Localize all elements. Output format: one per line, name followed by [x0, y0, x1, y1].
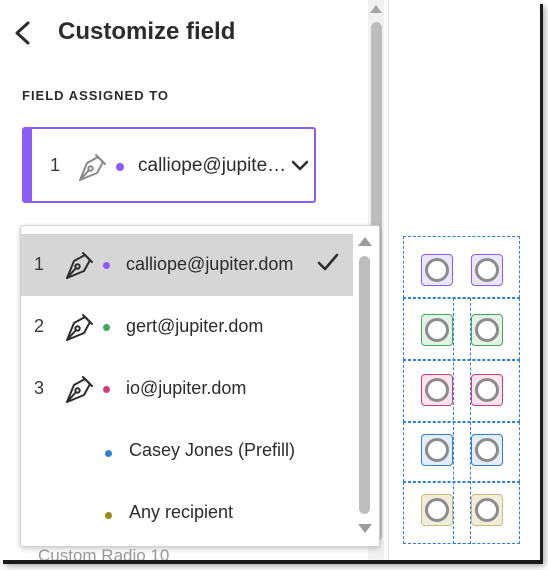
option-number: 1 [34, 254, 45, 274]
signer-pen-icon [61, 309, 97, 350]
radio-circle-icon [475, 258, 499, 282]
customize-field-panel: Customize field FIELD ASSIGNED TO 1 call… [0, 0, 389, 560]
radio-circle-icon [475, 438, 499, 462]
signer-pen-icon [61, 371, 97, 412]
option-number: 2 [34, 316, 45, 336]
recipient-option-2[interactable]: 2 gert@jupiter.dom [21, 296, 353, 358]
recipient-color-dot [103, 386, 110, 393]
recipient-option-3[interactable]: 3 io@jupiter.dom [21, 358, 353, 420]
option-label: Any recipient [129, 502, 234, 522]
recipient-color-dot [105, 512, 112, 519]
recipient-dropdown-list: 1 calliope@jupiter.dom 2 gert@jupiter.do… [20, 225, 380, 547]
radio-circle-icon [425, 318, 449, 342]
signer-pen-icon [61, 247, 97, 288]
radio-button[interactable] [471, 434, 503, 466]
recipient-color-dot [103, 324, 110, 331]
checkmark-icon [317, 252, 339, 277]
selected-recipient-email: calliope@jupiter.dom [138, 155, 288, 176]
radio-circle-icon [425, 378, 449, 402]
radio-button[interactable] [421, 314, 453, 346]
radio-button[interactable] [421, 254, 453, 286]
radio-button[interactable] [471, 494, 503, 526]
radio-button[interactable] [421, 434, 453, 466]
option-label: io@jupiter.dom [126, 378, 247, 398]
recipient-color-dot [105, 450, 112, 457]
radio-circle-icon [475, 498, 499, 522]
recipient-color-dot [103, 262, 110, 269]
recipient-option-1[interactable]: 1 calliope@jupiter.dom [21, 234, 353, 296]
radio-button[interactable] [471, 374, 503, 406]
field-name-input[interactable]: Custom Radio 10 [38, 546, 169, 560]
radio-button[interactable] [421, 374, 453, 406]
radio-circle-icon [425, 438, 449, 462]
recipient-number: 1 [50, 155, 61, 175]
dropdown-scrollbar-thumb[interactable] [359, 256, 370, 514]
field-assigned-to-label: FIELD ASSIGNED TO [22, 88, 170, 103]
scroll-up-arrow-icon[interactable] [357, 234, 373, 252]
chevron-left-icon [10, 21, 38, 52]
scroll-down-arrow-icon[interactable] [357, 522, 373, 540]
radio-circle-icon [425, 258, 449, 282]
back-button[interactable] [10, 18, 38, 48]
option-label: calliope@jupiter.dom [126, 254, 294, 274]
radio-button[interactable] [471, 254, 503, 286]
customize-field-window: Customize field FIELD ASSIGNED TO 1 call… [0, 0, 540, 560]
chevron-down-icon [290, 157, 310, 178]
document-canvas [389, 0, 540, 560]
recipient-color-dot [116, 163, 124, 171]
option-number: 3 [34, 378, 45, 398]
option-label: gert@jupiter.dom [126, 316, 264, 336]
radio-button[interactable] [421, 494, 453, 526]
radio-circle-icon [475, 378, 499, 402]
recipient-option-any[interactable]: Any recipient [21, 482, 353, 544]
signer-pen-icon [74, 149, 110, 190]
option-label: Casey Jones (Prefill) [129, 440, 296, 460]
radio-group-column[interactable] [453, 298, 471, 544]
recipient-option-prefill[interactable]: Casey Jones (Prefill) [21, 420, 353, 482]
page-title: Customize field [58, 18, 236, 45]
scroll-up-arrow-icon[interactable] [369, 2, 383, 20]
radio-button[interactable] [471, 314, 503, 346]
radio-circle-icon [425, 498, 449, 522]
radio-circle-icon [475, 318, 499, 342]
assigned-recipient-select[interactable]: 1 calliope@jupiter.dom [22, 127, 316, 203]
